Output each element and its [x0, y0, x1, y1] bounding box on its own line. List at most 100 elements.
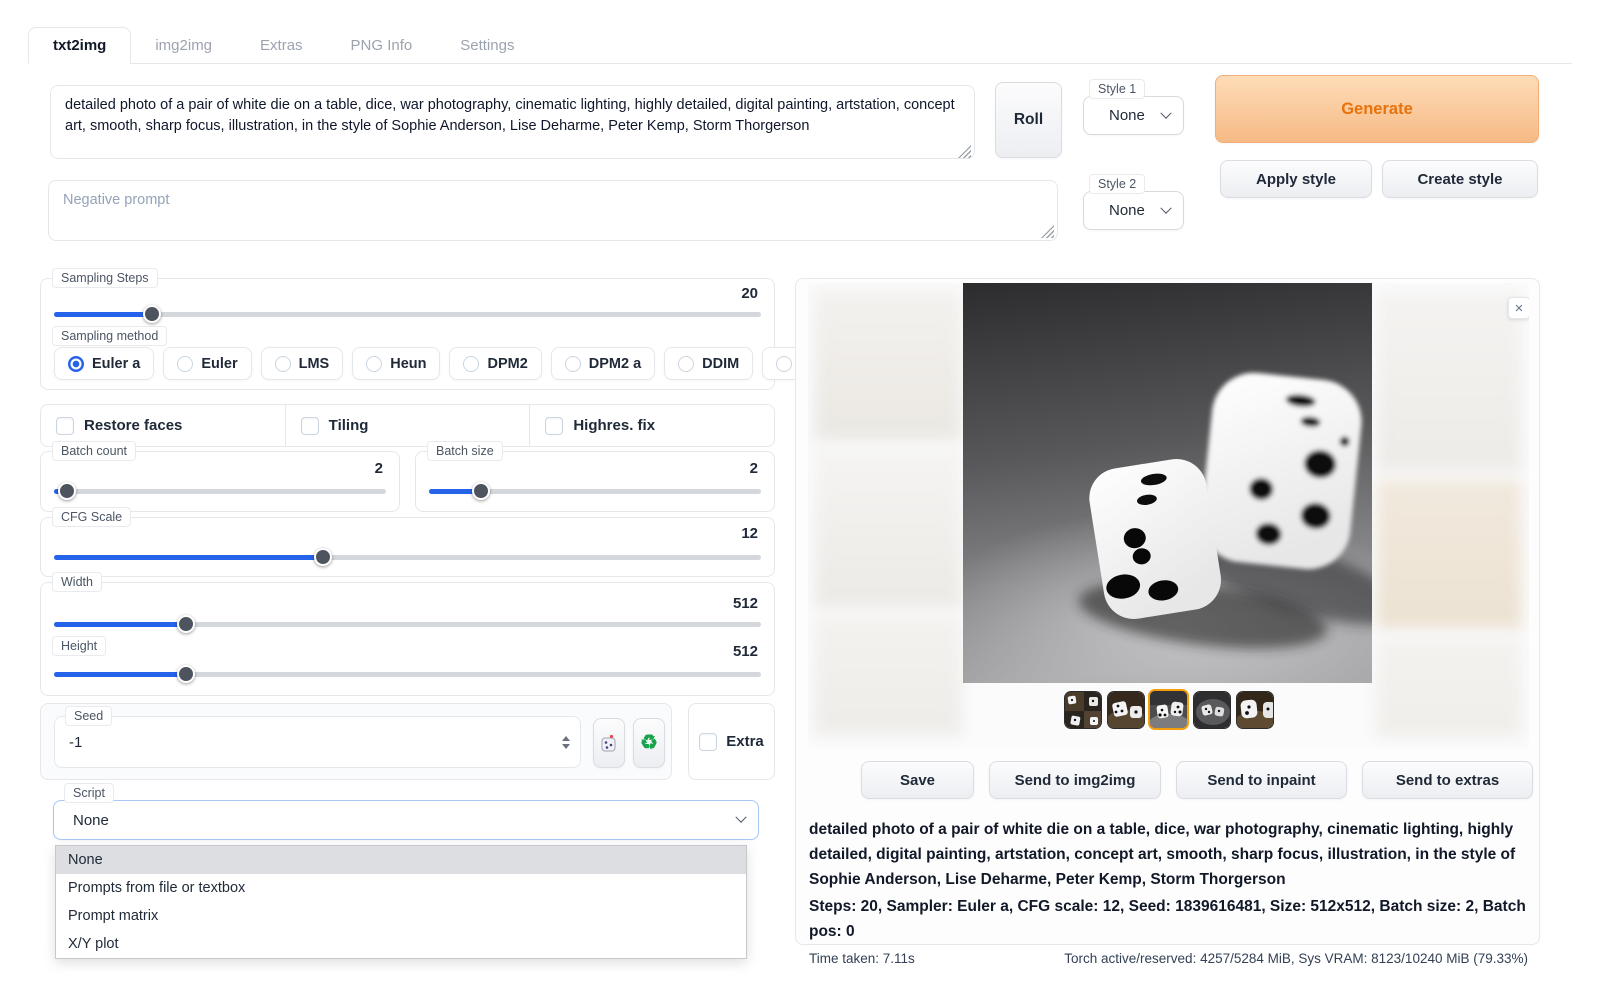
- slider-handle[interactable]: [314, 548, 332, 566]
- seed-input[interactable]: Seed -1: [54, 716, 581, 768]
- gallery-thumbnail-5[interactable]: [1236, 691, 1274, 729]
- tab-img2img[interactable]: img2img: [131, 28, 236, 63]
- style2-select[interactable]: None: [1083, 191, 1184, 230]
- seed-stepper[interactable]: [562, 736, 570, 749]
- sampler-label: DPM2 a: [589, 356, 641, 372]
- cfg-scale-label: CFG Scale: [52, 507, 131, 527]
- script-option-prompt-matrix[interactable]: Prompt matrix: [56, 902, 746, 930]
- sampler-option-dpm2-a[interactable]: DPM2 a: [551, 347, 655, 380]
- extra-box[interactable]: Extra: [688, 703, 775, 780]
- gallery-thumbnail-4[interactable]: [1193, 691, 1231, 729]
- sampler-option-heun[interactable]: Heun: [352, 347, 440, 380]
- width-slider[interactable]: [54, 615, 761, 633]
- tab-bar: txt2img img2img Extras PNG Info Settings: [28, 27, 1572, 64]
- stepper-up-icon[interactable]: [562, 736, 570, 741]
- sampler-label: LMS: [299, 356, 330, 372]
- radio-icon: [366, 356, 382, 372]
- thumbnail-image: [1237, 692, 1274, 729]
- prompt-input[interactable]: detailed photo of a pair of white die on…: [50, 85, 975, 159]
- gallery-thumbnail-3-selected[interactable]: [1148, 689, 1189, 730]
- tab-png-info[interactable]: PNG Info: [327, 28, 437, 63]
- chevron-down-icon: [735, 812, 746, 823]
- slider-handle[interactable]: [177, 665, 195, 683]
- random-seed-button[interactable]: [593, 718, 625, 768]
- cfg-scale-value: 12: [741, 525, 758, 542]
- send-to-img2img-button[interactable]: Send to img2img: [989, 761, 1161, 799]
- radio-icon: [275, 356, 291, 372]
- gallery-thumbnail-2[interactable]: [1107, 691, 1145, 729]
- sampler-option-euler[interactable]: Euler: [163, 347, 251, 380]
- radio-icon: [776, 356, 792, 372]
- sampling-steps-slider[interactable]: [54, 305, 761, 323]
- checkbox-icon[interactable]: [545, 417, 563, 435]
- batch-count-slider[interactable]: [54, 482, 386, 500]
- toggle-label: Tiling: [329, 417, 369, 434]
- seed-box: Seed -1 ♻: [40, 703, 672, 780]
- script-option-none[interactable]: None: [56, 846, 746, 874]
- batch-size-label: Batch size: [427, 441, 503, 461]
- checkbox-icon[interactable]: [56, 417, 74, 435]
- tab-extras[interactable]: Extras: [236, 28, 327, 63]
- toggle-label: Highres. fix: [573, 417, 655, 434]
- script-dropdown-menu: None Prompts from file or textbox Prompt…: [55, 845, 747, 959]
- toggles-box: Restore faces Tiling Highres. fix: [40, 404, 775, 447]
- script-option-prompts-from-file[interactable]: Prompts from file or textbox: [56, 874, 746, 902]
- gallery-thumbnail-1[interactable]: [1064, 691, 1102, 729]
- width-label: Width: [52, 572, 102, 592]
- batch-count-value: 2: [375, 460, 383, 477]
- send-to-inpaint-button[interactable]: Send to inpaint: [1176, 761, 1347, 799]
- generate-button[interactable]: Generate: [1215, 75, 1539, 143]
- restore-faces-toggle[interactable]: Restore faces: [41, 405, 285, 446]
- create-style-button[interactable]: Create style: [1382, 160, 1538, 198]
- output-params-text: Steps: 20, Sampler: Euler a, CFG scale: …: [809, 894, 1528, 944]
- sampler-option-lms[interactable]: LMS: [261, 347, 344, 380]
- batch-count-label: Batch count: [52, 441, 136, 461]
- reuse-seed-button[interactable]: ♻: [633, 718, 665, 768]
- radio-icon: [177, 356, 193, 372]
- negative-prompt-input[interactable]: [48, 180, 1058, 241]
- send-to-extras-button[interactable]: Send to extras: [1362, 761, 1533, 799]
- highres-fix-toggle[interactable]: Highres. fix: [529, 405, 774, 446]
- sampler-option-euler-a[interactable]: Euler a: [54, 347, 154, 380]
- roll-button[interactable]: Roll: [995, 82, 1062, 158]
- sampler-label: DPM2: [487, 356, 527, 372]
- style1-select[interactable]: None: [1083, 96, 1184, 135]
- tiling-toggle[interactable]: Tiling: [285, 405, 530, 446]
- save-button[interactable]: Save: [861, 761, 974, 799]
- seed-label: Seed: [65, 706, 112, 726]
- sampler-option-dpm2[interactable]: DPM2: [449, 347, 541, 380]
- chevron-down-icon: [1160, 202, 1171, 213]
- batch-size-slider[interactable]: [429, 482, 761, 500]
- cfg-scale-box: CFG Scale 12: [40, 517, 775, 577]
- script-label: Script: [64, 783, 114, 803]
- stepper-down-icon[interactable]: [562, 744, 570, 749]
- script-option-xy-plot[interactable]: X/Y plot: [56, 930, 746, 958]
- blurred-gallery-image: [1376, 479, 1522, 629]
- slider-handle[interactable]: [472, 482, 490, 500]
- tab-settings[interactable]: Settings: [436, 28, 538, 63]
- sampling-steps-value: 20: [741, 285, 758, 302]
- script-select[interactable]: None: [53, 800, 759, 840]
- generated-image-dice[interactable]: [963, 283, 1372, 683]
- dimensions-box: Width 512 Height 512: [40, 582, 775, 696]
- extra-label: Extra: [726, 733, 764, 750]
- cfg-scale-slider[interactable]: [54, 548, 761, 566]
- height-slider[interactable]: [54, 665, 761, 683]
- slider-fill: [54, 555, 323, 560]
- die-icon: [599, 733, 619, 753]
- style1-label: Style 1: [1089, 79, 1145, 99]
- sampler-option-ddim[interactable]: DDIM: [664, 347, 753, 380]
- slider-handle[interactable]: [177, 615, 195, 633]
- checkbox-icon[interactable]: [699, 733, 717, 751]
- chevron-down-icon: [1160, 107, 1171, 118]
- slider-track[interactable]: [54, 489, 386, 494]
- slider-handle[interactable]: [143, 305, 161, 323]
- close-gallery-button[interactable]: ×: [1508, 297, 1529, 319]
- apply-style-button[interactable]: Apply style: [1220, 160, 1372, 198]
- tab-txt2img[interactable]: txt2img: [28, 27, 131, 64]
- slider-handle[interactable]: [58, 482, 76, 500]
- radio-selected-icon: [68, 356, 84, 372]
- thumbnail-image: [1194, 692, 1231, 729]
- thumbnail-image: [1150, 691, 1188, 729]
- checkbox-icon[interactable]: [301, 417, 319, 435]
